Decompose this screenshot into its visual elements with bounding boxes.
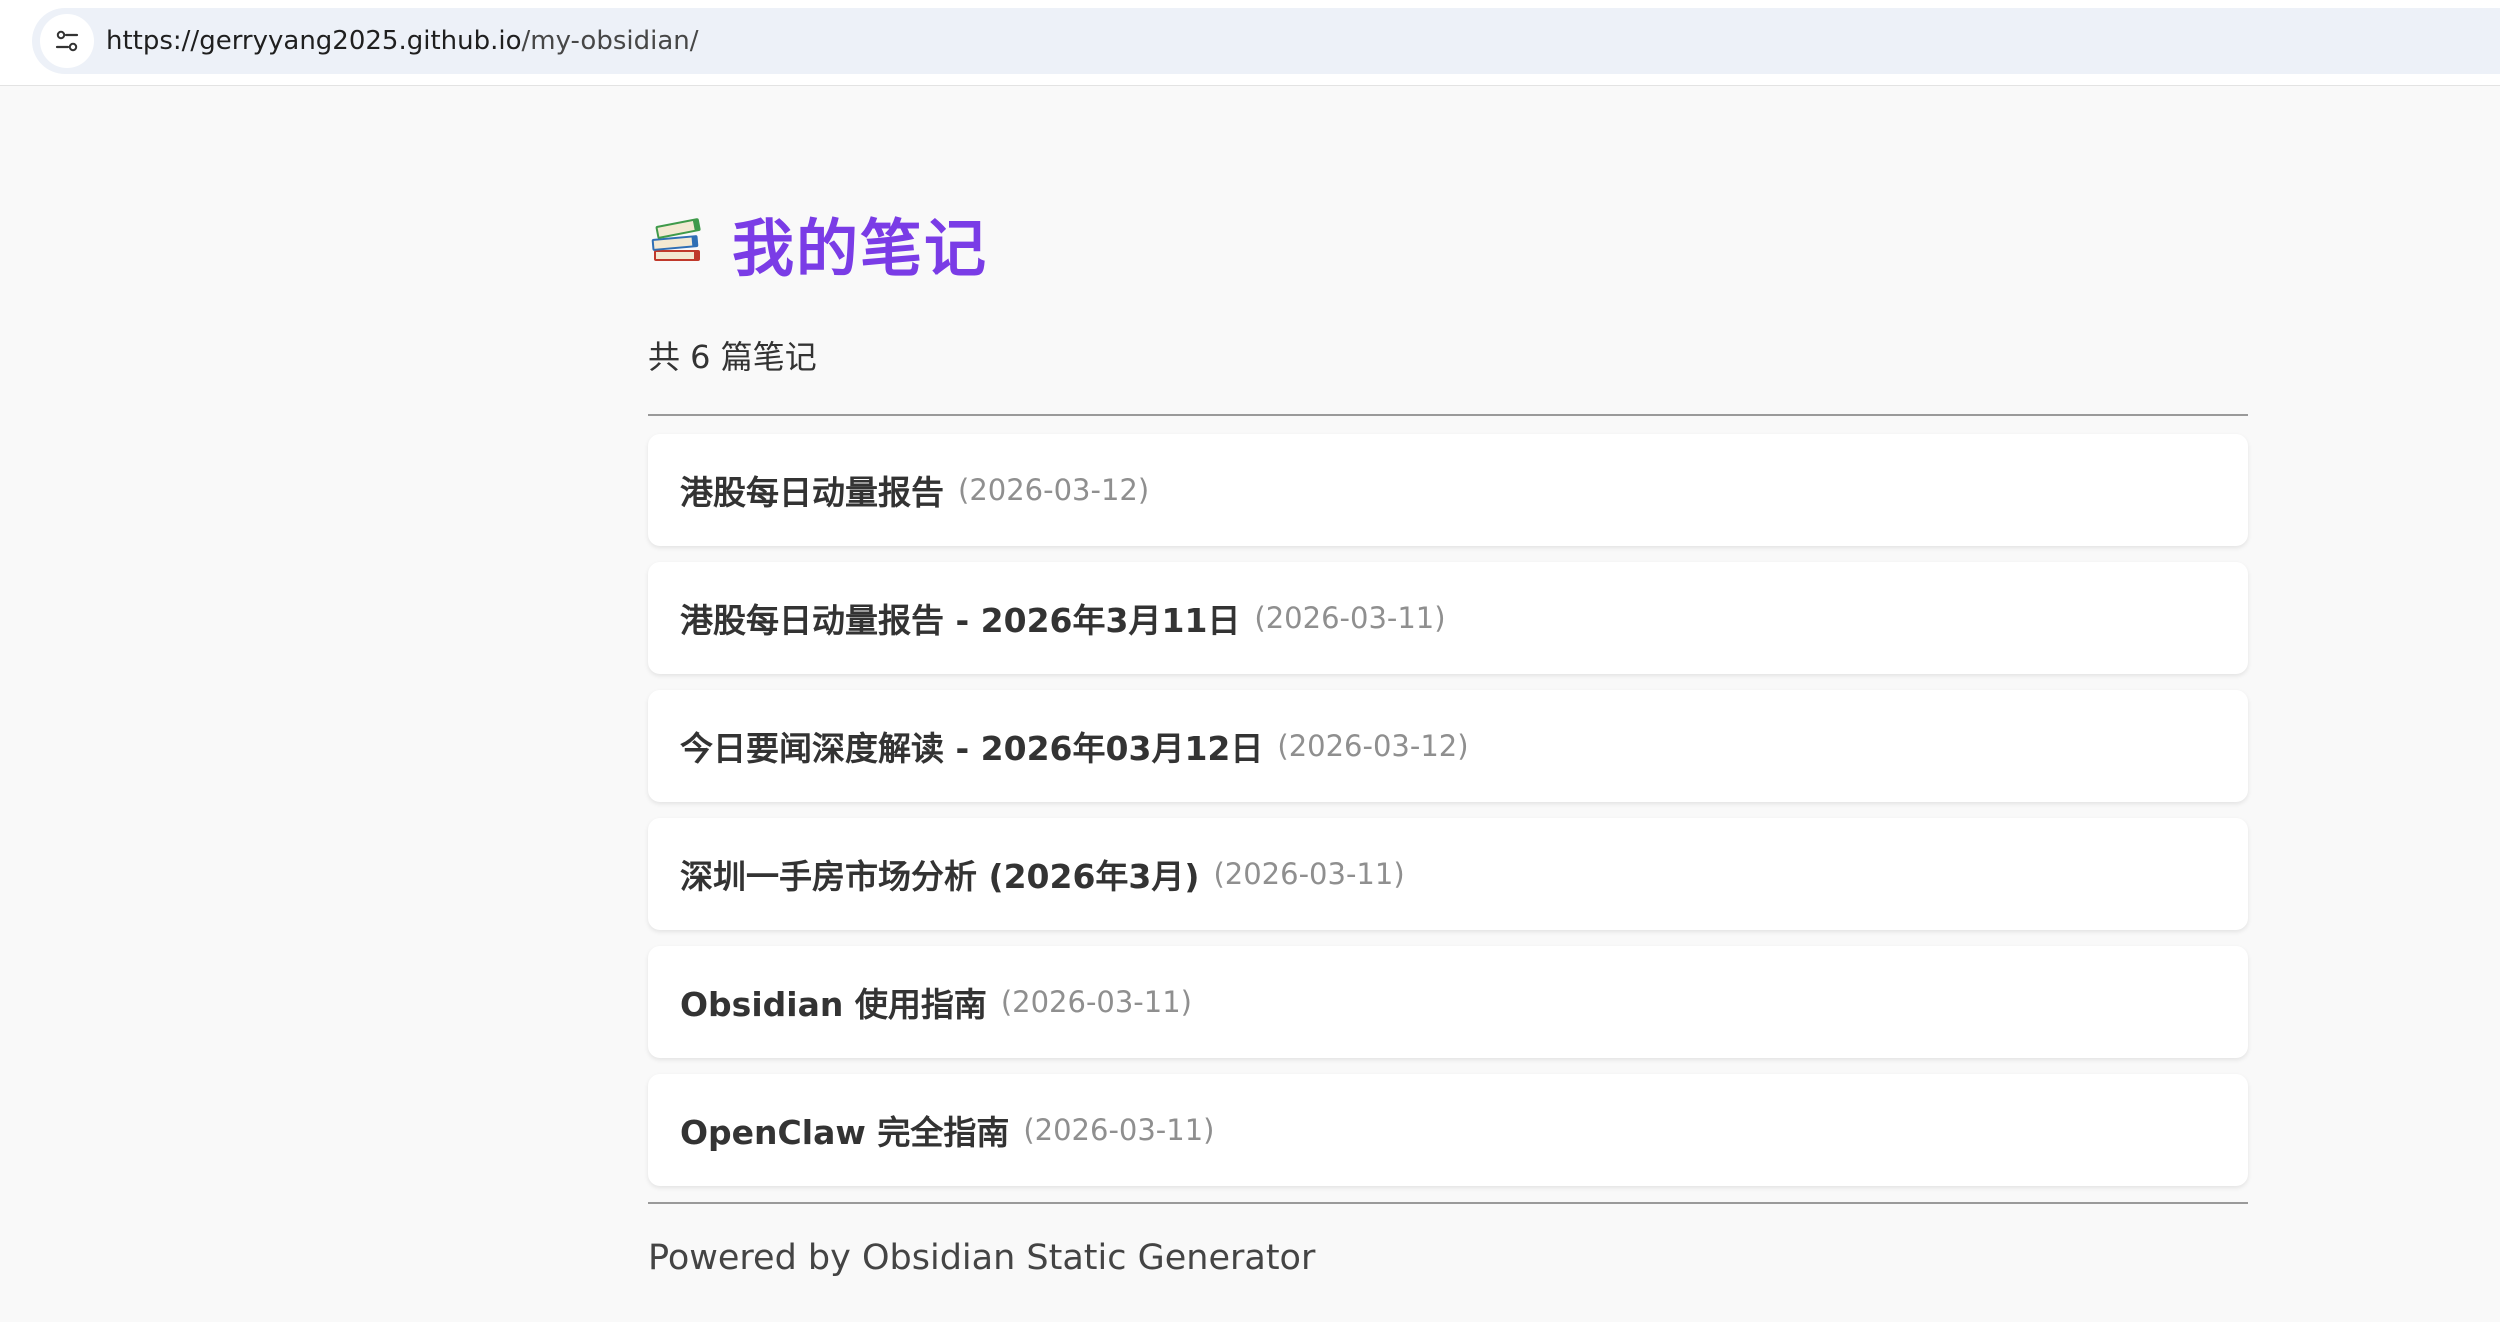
- note-date: (2026-03-12): [1277, 729, 1469, 763]
- note-title-link[interactable]: 港股每日动量报告: [680, 466, 944, 514]
- note-list: 港股每日动量报告 (2026-03-12) 港股每日动量报告 - 2026年3月…: [648, 434, 2248, 1202]
- url-path: /my-obsidian/: [521, 26, 699, 56]
- note-item[interactable]: 港股每日动量报告 - 2026年3月11日 (2026-03-11): [648, 562, 2248, 674]
- books-icon: [648, 210, 706, 276]
- footer-text: Powered by Obsidian Static Generator: [648, 1238, 1316, 1278]
- note-title-link[interactable]: Obsidian 使用指南: [680, 978, 987, 1026]
- note-title-link[interactable]: 今日要闻深度解读 - 2026年03月12日: [680, 722, 1263, 770]
- note-date: (2026-03-11): [1000, 985, 1192, 1019]
- address-bar[interactable]: https://gerryyang2025.github.io/my-obsid…: [32, 8, 2500, 74]
- note-item[interactable]: 深圳一手房市场分析 (2026年3月) (2026-03-11): [648, 818, 2248, 930]
- note-count: 共 6 篇笔记: [648, 338, 817, 376]
- browser-toolbar: https://gerryyang2025.github.io/my-obsid…: [0, 0, 2500, 86]
- note-item[interactable]: 今日要闻深度解读 - 2026年03月12日 (2026-03-12): [648, 690, 2248, 802]
- note-item[interactable]: 港股每日动量报告 (2026-03-12): [648, 434, 2248, 546]
- site-info-button[interactable]: [40, 14, 94, 68]
- url-text[interactable]: https://gerryyang2025.github.io/my-obsid…: [106, 8, 699, 74]
- note-item[interactable]: Obsidian 使用指南 (2026-03-11): [648, 946, 2248, 1058]
- note-date: (2026-03-11): [1213, 857, 1405, 891]
- url-host: https://gerryyang2025.github.io: [106, 26, 522, 56]
- note-title-link[interactable]: 深圳一手房市场分析 (2026年3月): [680, 850, 1199, 898]
- footer-divider: [648, 1202, 2248, 1204]
- page-title-text: 我的笔记: [732, 212, 989, 285]
- header-divider: [648, 414, 2248, 416]
- note-title-link[interactable]: 港股每日动量报告 - 2026年3月11日: [680, 594, 1240, 642]
- note-date: (2026-03-12): [958, 473, 1150, 507]
- note-date: (2026-03-11): [1254, 601, 1446, 635]
- page-title: 我的笔记: [648, 198, 988, 288]
- note-date: (2026-03-11): [1023, 1113, 1215, 1147]
- note-item[interactable]: OpenClaw 完全指南 (2026-03-11): [648, 1074, 2248, 1186]
- note-title-link[interactable]: OpenClaw 完全指南: [680, 1106, 1009, 1154]
